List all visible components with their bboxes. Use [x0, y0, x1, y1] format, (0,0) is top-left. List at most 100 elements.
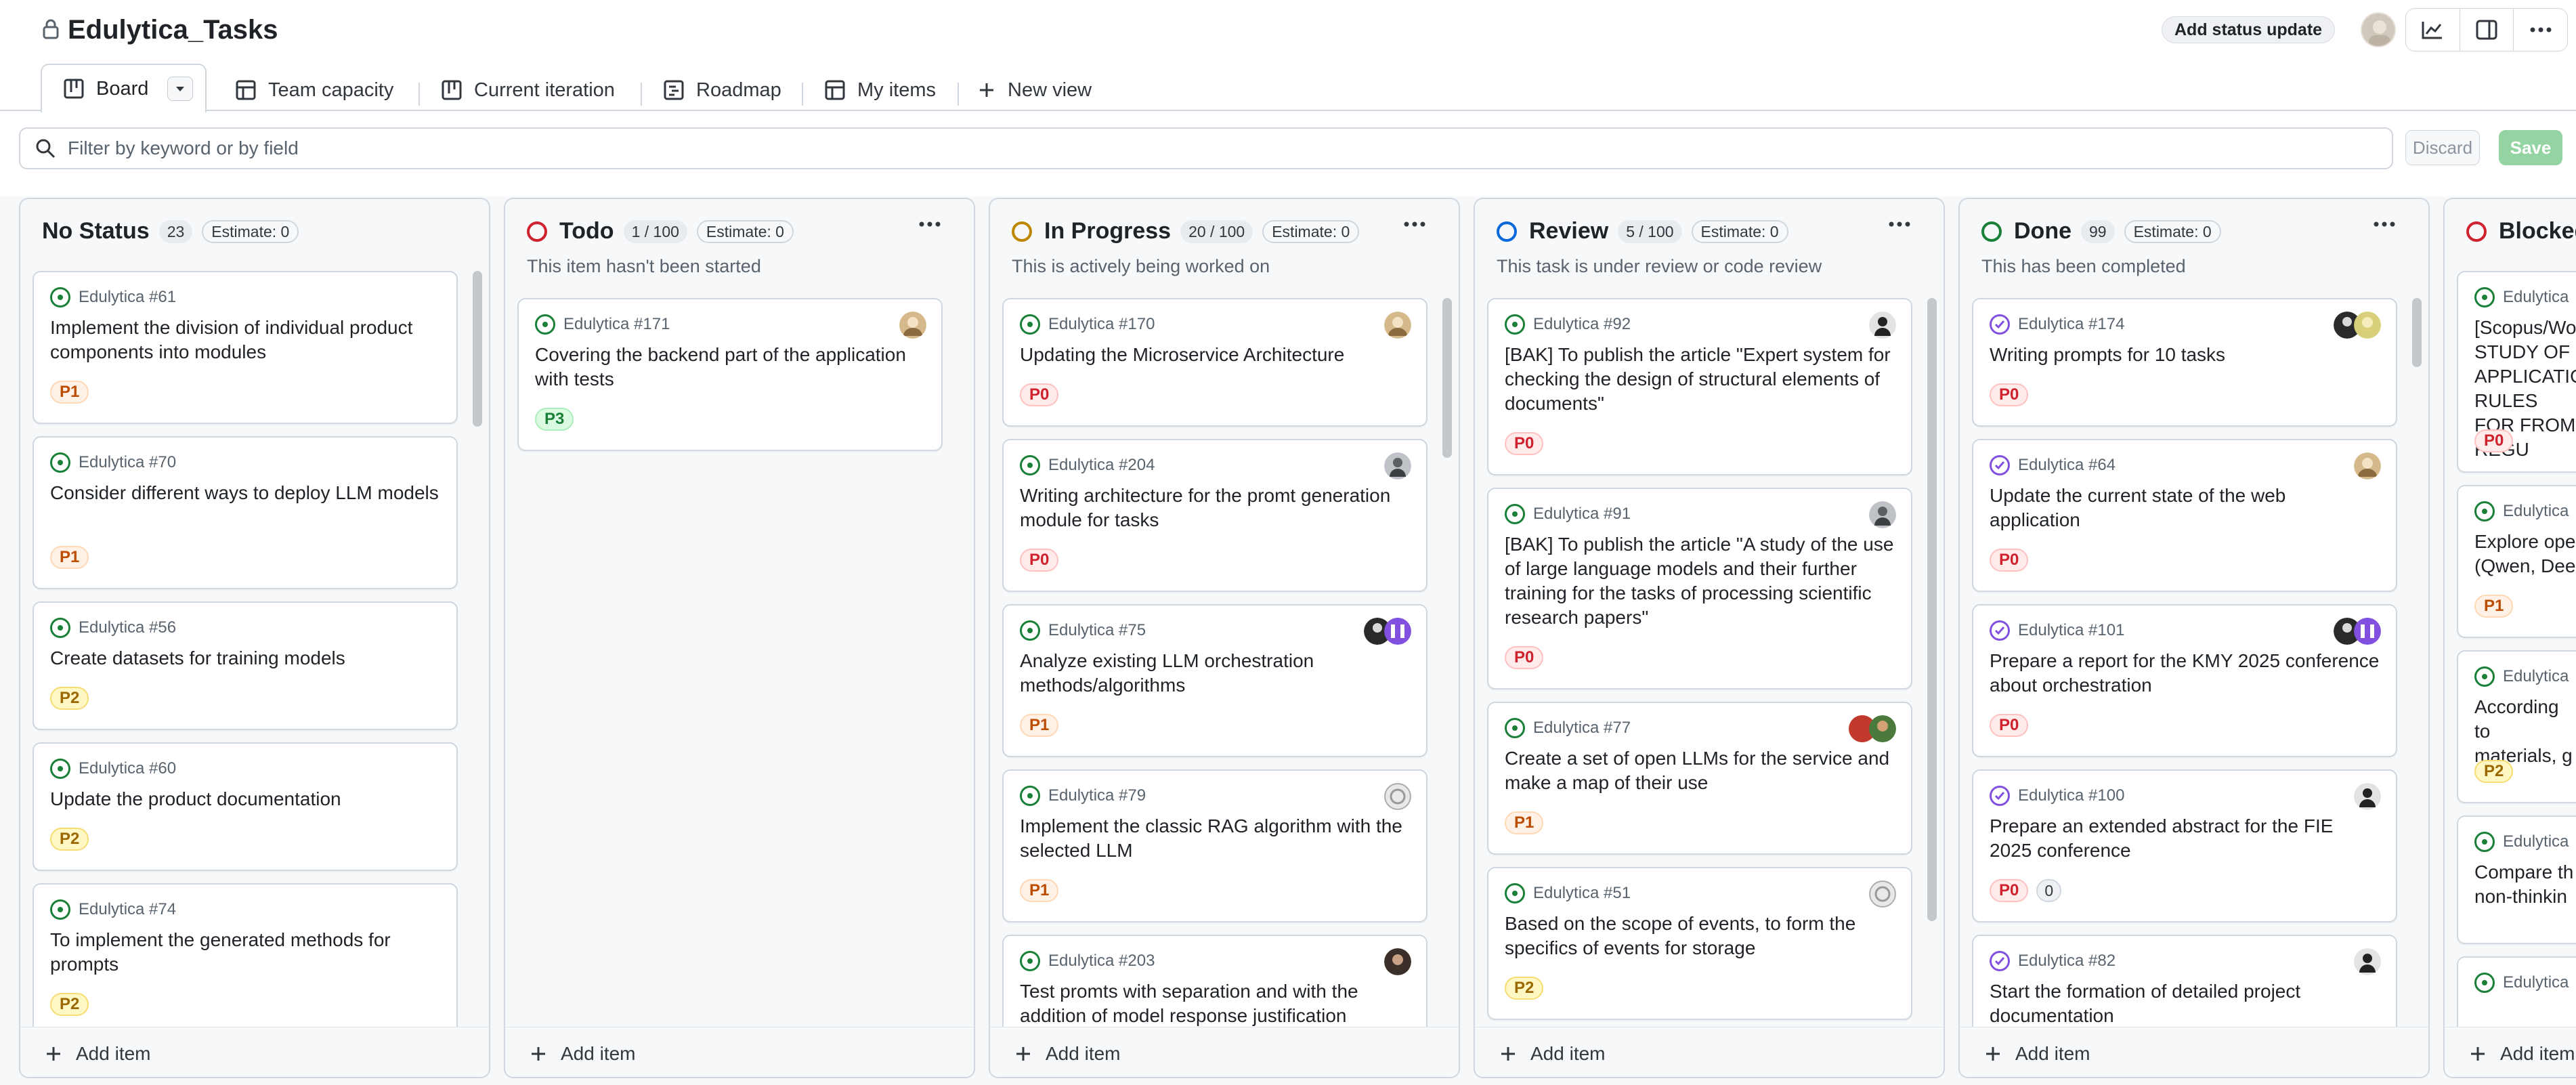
issue-title[interactable]: Implement the classic RAG algorithm with…: [1020, 814, 1410, 863]
issue-card[interactable]: Edulytica #70 Consider different ways to…: [33, 436, 458, 589]
filter-bar[interactable]: [19, 127, 2393, 169]
issue-title[interactable]: Prepare a report for the KMY 2025 confer…: [1990, 649, 2380, 698]
issue-title[interactable]: Consider different ways to deploy LLM mo…: [50, 481, 440, 505]
issue-ref[interactable]: Edulytica: [2503, 973, 2569, 992]
issue-title[interactable]: Compare th non-thinkin: [2474, 860, 2576, 909]
issue-card[interactable]: Edulytica #170 Updating the Microservice…: [1002, 298, 1427, 427]
issue-card[interactable]: Edulytica #77 Create a set of open LLMs …: [1487, 702, 1912, 855]
avatar[interactable]: [2361, 12, 2396, 47]
issue-ref[interactable]: Edulytica #70: [79, 453, 176, 472]
issue-card[interactable]: Edulytica #79 Implement the classic RAG …: [1002, 769, 1427, 922]
add-item-button[interactable]: Add item: [2469, 1043, 2575, 1065]
issue-title[interactable]: Update the current state of the web appl…: [1990, 484, 2380, 532]
assignee-avatar[interactable]: [1869, 501, 1896, 528]
column-menu-icon[interactable]: [1403, 221, 1426, 228]
issue-title[interactable]: Writing architecture for the promt gener…: [1020, 484, 1410, 532]
issue-ref[interactable]: Edulytica #64: [2018, 456, 2116, 475]
issue-card[interactable]: Edulytica #171 Covering the backend part…: [517, 298, 943, 451]
issue-ref[interactable]: Edulytica: [2503, 667, 2569, 686]
issue-title[interactable]: Start the formation of detailed project …: [1990, 979, 2380, 1028]
tab-roadmap[interactable]: Roadmap: [664, 70, 781, 110]
issue-title[interactable]: [BAK] To publish the article "Expert sys…: [1505, 343, 1895, 416]
issue-card[interactable]: Edulytica #174 Writing prompts for 10 ta…: [1972, 298, 2397, 427]
add-item-button[interactable]: Add item: [1984, 1043, 2090, 1065]
assignee-avatar[interactable]: [2354, 783, 2381, 810]
assignee-avatar[interactable]: [2354, 618, 2381, 645]
issue-card[interactable]: Edulytica [Scopus/Wo STUDY OF APPLICATIO…: [2457, 271, 2576, 473]
tab-current-iteration[interactable]: Current iteration: [442, 70, 615, 110]
scrollbar[interactable]: [2412, 298, 2422, 367]
issue-title[interactable]: Analyze existing LLM orchestration metho…: [1020, 649, 1410, 698]
issue-card[interactable]: Edulytica #60 Update the product documen…: [33, 742, 458, 871]
insights-icon[interactable]: [2406, 9, 2460, 51]
add-item-button[interactable]: Add item: [530, 1043, 636, 1065]
issue-ref[interactable]: Edulytica #100: [2018, 786, 2124, 805]
issue-card[interactable]: Edulytica According to materials, g P2: [2457, 650, 2576, 803]
issue-title[interactable]: Update the product documentation: [50, 787, 440, 811]
issue-card[interactable]: Edulytica #61 Implement the division of …: [33, 271, 458, 424]
save-button[interactable]: Save: [2499, 130, 2562, 165]
issue-ref[interactable]: Edulytica #75: [1048, 621, 1146, 640]
issue-card[interactable]: Edulytica #56 Create datasets for traini…: [33, 601, 458, 730]
tab-team-capacity[interactable]: Team capacity: [236, 70, 393, 110]
issue-card[interactable]: Edulytica Explore ope (Qwen, Dee P1: [2457, 485, 2576, 638]
add-item-button[interactable]: Add item: [1014, 1043, 1121, 1065]
assignee-avatar[interactable]: [1384, 783, 1411, 810]
assignee-avatar[interactable]: [2354, 452, 2381, 480]
issue-title[interactable]: To implement the generated methods for p…: [50, 928, 440, 977]
add-item-button[interactable]: Add item: [1499, 1043, 1606, 1065]
issue-ref[interactable]: Edulytica #77: [1533, 719, 1631, 738]
issue-ref[interactable]: Edulytica #171: [563, 315, 670, 334]
more-options-icon[interactable]: [2514, 9, 2567, 51]
issue-ref[interactable]: Edulytica: [2503, 832, 2569, 851]
issue-title[interactable]: [BAK] To publish the article "A study of…: [1505, 532, 1895, 630]
issue-ref[interactable]: Edulytica #51: [1533, 884, 1631, 903]
issue-card[interactable]: Edulytica #204 Writing architecture for …: [1002, 439, 1427, 592]
issue-ref[interactable]: Edulytica #101: [2018, 621, 2124, 640]
issue-ref[interactable]: Edulytica #170: [1048, 315, 1155, 334]
issue-ref[interactable]: Edulytica #203: [1048, 952, 1155, 971]
assignee-avatar[interactable]: [1869, 312, 1896, 339]
assignee-avatar[interactable]: [1384, 312, 1411, 339]
scrollbar[interactable]: [473, 271, 482, 427]
view-options-dropdown[interactable]: [167, 77, 194, 101]
issue-card[interactable]: Edulytica Compare th non-thinkin: [2457, 815, 2576, 944]
issue-title[interactable]: Prepare an extended abstract for the FIE…: [1990, 814, 2380, 863]
tab-board[interactable]: Board: [41, 64, 207, 112]
scrollbar[interactable]: [1442, 298, 1452, 458]
issue-title[interactable]: Based on the scope of events, to form th…: [1505, 912, 1895, 960]
issue-ref[interactable]: Edulytica #74: [79, 900, 176, 919]
issue-title[interactable]: Updating the Microservice Architecture: [1020, 343, 1410, 367]
add-item-button[interactable]: Add item: [45, 1043, 151, 1065]
side-panel-icon[interactable]: [2460, 9, 2514, 51]
assignee-avatar[interactable]: [1384, 452, 1411, 480]
issue-ref[interactable]: Edulytica #91: [1533, 505, 1631, 524]
column-menu-icon[interactable]: [918, 221, 941, 228]
assignee-avatar[interactable]: [899, 312, 926, 339]
issue-title[interactable]: Writing prompts for 10 tasks: [1990, 343, 2380, 367]
issue-title[interactable]: Covering the backend part of the applica…: [535, 343, 925, 391]
assignee-avatar[interactable]: [1384, 618, 1411, 645]
assignee-avatar[interactable]: [2354, 312, 2381, 339]
issue-ref[interactable]: Edulytica #204: [1048, 456, 1155, 475]
issue-card[interactable]: Edulytica #75 Analyze existing LLM orche…: [1002, 604, 1427, 757]
issue-ref[interactable]: Edulytica #174: [2018, 315, 2124, 334]
issue-title[interactable]: Test promts with separation and with the…: [1020, 979, 1410, 1028]
column-menu-icon[interactable]: [1888, 221, 1911, 228]
issue-card[interactable]: Edulytica #92 [BAK] To publish the artic…: [1487, 298, 1912, 475]
issue-card[interactable]: Edulytica #74 To implement the generated…: [33, 883, 458, 1036]
issue-card[interactable]: Edulytica #64 Update the current state o…: [1972, 439, 2397, 592]
assignee-avatar[interactable]: [1869, 715, 1896, 742]
issue-ref[interactable]: Edulytica #92: [1533, 315, 1631, 334]
add-status-update-button[interactable]: Add status update: [2162, 16, 2336, 43]
issue-title[interactable]: Create datasets for training models: [50, 646, 440, 671]
issue-ref[interactable]: Edulytica: [2503, 288, 2569, 307]
issue-ref[interactable]: Edulytica #79: [1048, 786, 1146, 805]
issue-ref[interactable]: Edulytica: [2503, 502, 2569, 521]
discard-button[interactable]: Discard: [2405, 130, 2480, 165]
issue-ref[interactable]: Edulytica #61: [79, 288, 176, 307]
new-view-button[interactable]: New view: [978, 70, 1092, 110]
assignee-avatar[interactable]: [1384, 948, 1411, 975]
issue-ref[interactable]: Edulytica #82: [2018, 952, 2116, 971]
issue-card[interactable]: Edulytica #101 Prepare a report for the …: [1972, 604, 2397, 757]
